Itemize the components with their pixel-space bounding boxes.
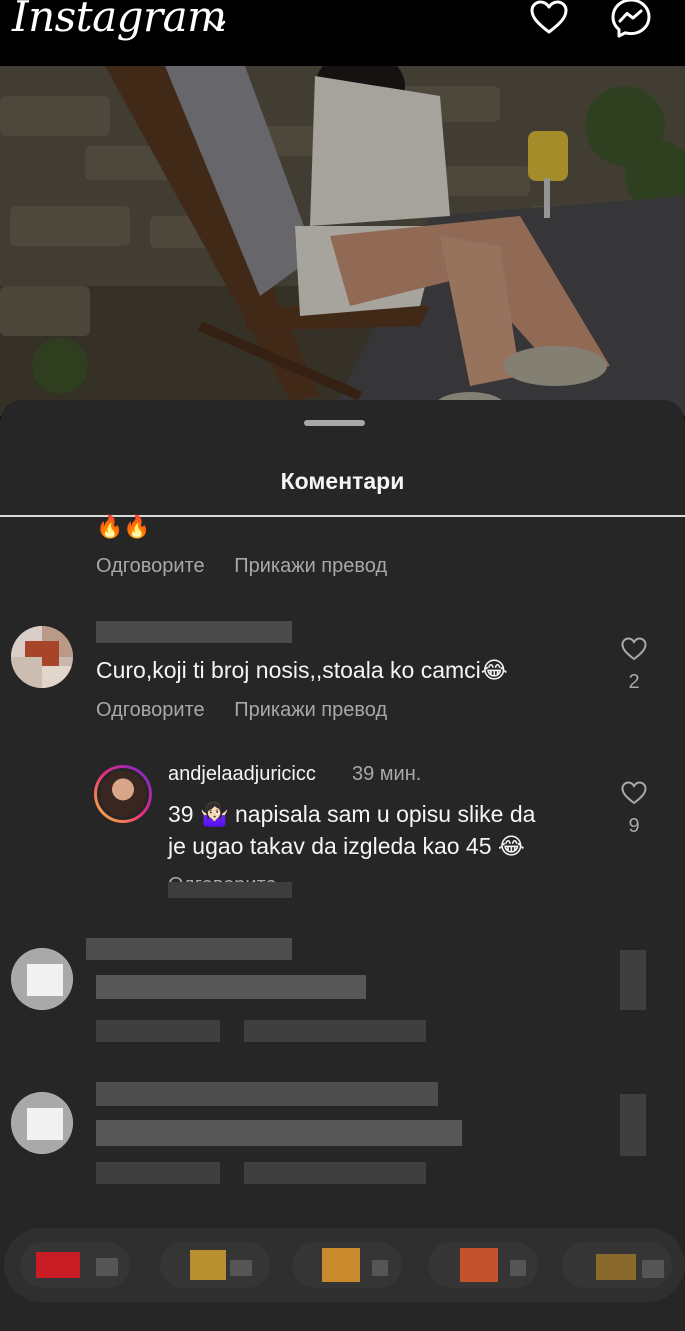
reply-button[interactable]: Одговорите — [96, 699, 205, 721]
comment-emoji-text: 🔥🔥 — [96, 514, 151, 539]
like-button[interactable]: 9 — [614, 780, 654, 838]
heart-icon[interactable] — [527, 0, 571, 40]
blurred-username — [96, 1082, 438, 1106]
post-photo — [0, 66, 685, 416]
messenger-icon[interactable] — [609, 0, 653, 40]
blurred-comment-text — [96, 1120, 462, 1146]
heart-icon[interactable] — [620, 780, 648, 806]
quick-reaction[interactable] — [562, 1242, 672, 1288]
see-translation-button[interactable]: Прикажи превод — [234, 555, 387, 577]
reply-text-line-2: je ugao takav da izgleda kao 45 😂 — [168, 833, 525, 859]
avatar[interactable] — [11, 1092, 73, 1154]
blurred-action — [244, 1162, 426, 1184]
blurred-overlay — [168, 882, 292, 898]
comment-text: Curo,koji ti broj nosis,,stoala ko camci… — [96, 657, 508, 683]
blurred-like — [620, 950, 646, 1010]
blurred-username — [96, 621, 292, 643]
quick-reaction[interactable] — [292, 1242, 402, 1288]
chevron-down-icon[interactable] — [206, 14, 228, 36]
comment-actions: Одговорите Прикажи превод — [96, 555, 411, 578]
blurred-action — [96, 1162, 220, 1184]
avatar[interactable] — [11, 626, 73, 688]
see-translation-button[interactable]: Прикажи превод — [234, 699, 387, 721]
reply-button[interactable]: Одговорите — [96, 555, 205, 577]
drag-handle[interactable] — [304, 420, 365, 426]
like-button[interactable]: 2 — [614, 636, 654, 694]
blurred-action — [244, 1020, 426, 1042]
quick-reaction[interactable] — [428, 1242, 538, 1288]
comments-sheet: Коментари 🔥🔥 Одговорите Прикажи превод C… — [0, 400, 685, 1331]
avatar[interactable] — [11, 948, 73, 1010]
heart-icon[interactable] — [620, 636, 648, 662]
post-image — [0, 66, 685, 416]
blurred-like — [620, 1094, 646, 1156]
blurred-comment-text — [96, 975, 366, 999]
reply-text-line-1: 39 🤷🏻‍♀️ napisala sam u opisu slike da — [168, 801, 536, 827]
comment-actions: Одговорите Прикажи превод — [96, 699, 411, 722]
blurred-action — [96, 1020, 220, 1042]
top-bar: Instagram — [0, 0, 685, 66]
reply-timestamp: 39 мин. — [352, 763, 422, 785]
like-count: 9 — [628, 815, 640, 837]
instagram-app: Instagram Коментари 🔥🔥 Одговорите Прикаж… — [0, 0, 685, 1331]
blurred-username — [86, 938, 292, 960]
reply-username[interactable]: andjelaadjuricicc — [168, 763, 316, 786]
like-count: 2 — [628, 671, 640, 693]
sheet-title: Коментари — [280, 468, 405, 494]
instagram-logo[interactable]: Instagram — [12, 0, 227, 41]
avatar-image — [97, 768, 149, 820]
quick-reaction[interactable] — [20, 1242, 130, 1288]
reply-avatar[interactable] — [94, 765, 152, 823]
quick-reaction[interactable] — [160, 1242, 270, 1288]
